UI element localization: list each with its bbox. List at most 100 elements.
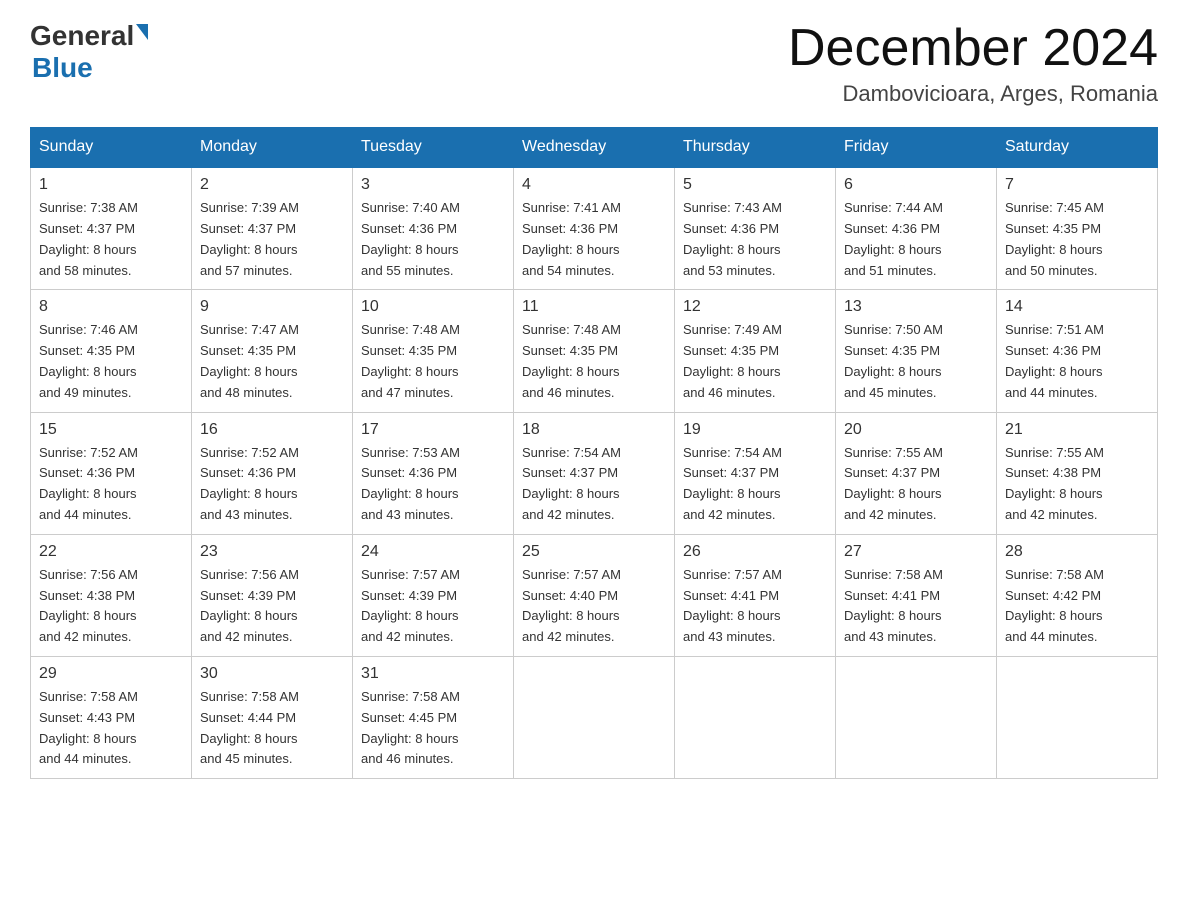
calendar-cell: 9 Sunrise: 7:47 AMSunset: 4:35 PMDaylight… bbox=[192, 290, 353, 412]
day-info: Sunrise: 7:53 AMSunset: 4:36 PMDaylight:… bbox=[361, 443, 505, 526]
day-info: Sunrise: 7:57 AMSunset: 4:39 PMDaylight:… bbox=[361, 565, 505, 648]
day-number: 21 bbox=[1005, 421, 1149, 439]
day-number: 9 bbox=[200, 298, 344, 316]
header-monday: Monday bbox=[192, 128, 353, 168]
day-number: 3 bbox=[361, 176, 505, 194]
day-number: 26 bbox=[683, 543, 827, 561]
day-info: Sunrise: 7:55 AMSunset: 4:38 PMDaylight:… bbox=[1005, 443, 1149, 526]
calendar-cell: 3 Sunrise: 7:40 AMSunset: 4:36 PMDaylight… bbox=[353, 167, 514, 290]
page-header: General Blue December 2024 Dambovicioara… bbox=[30, 20, 1158, 107]
logo-triangle-icon bbox=[136, 24, 148, 40]
day-number: 28 bbox=[1005, 543, 1149, 561]
day-info: Sunrise: 7:51 AMSunset: 4:36 PMDaylight:… bbox=[1005, 320, 1149, 403]
day-info: Sunrise: 7:44 AMSunset: 4:36 PMDaylight:… bbox=[844, 198, 988, 281]
header-friday: Friday bbox=[836, 128, 997, 168]
calendar-cell: 19 Sunrise: 7:54 AMSunset: 4:37 PMDayligh… bbox=[675, 412, 836, 534]
day-number: 23 bbox=[200, 543, 344, 561]
day-info: Sunrise: 7:54 AMSunset: 4:37 PMDaylight:… bbox=[683, 443, 827, 526]
day-number: 12 bbox=[683, 298, 827, 316]
day-info: Sunrise: 7:41 AMSunset: 4:36 PMDaylight:… bbox=[522, 198, 666, 281]
calendar-cell: 24 Sunrise: 7:57 AMSunset: 4:39 PMDayligh… bbox=[353, 534, 514, 656]
calendar-cell: 5 Sunrise: 7:43 AMSunset: 4:36 PMDaylight… bbox=[675, 167, 836, 290]
week-row-3: 15 Sunrise: 7:52 AMSunset: 4:36 PMDayligh… bbox=[31, 412, 1158, 534]
calendar-cell: 18 Sunrise: 7:54 AMSunset: 4:37 PMDayligh… bbox=[514, 412, 675, 534]
day-number: 11 bbox=[522, 298, 666, 316]
location-title: Dambovicioara, Arges, Romania bbox=[788, 81, 1158, 107]
day-number: 30 bbox=[200, 665, 344, 683]
day-info: Sunrise: 7:57 AMSunset: 4:41 PMDaylight:… bbox=[683, 565, 827, 648]
calendar-cell: 17 Sunrise: 7:53 AMSunset: 4:36 PMDayligh… bbox=[353, 412, 514, 534]
day-info: Sunrise: 7:38 AMSunset: 4:37 PMDaylight:… bbox=[39, 198, 183, 281]
day-number: 24 bbox=[361, 543, 505, 561]
day-info: Sunrise: 7:47 AMSunset: 4:35 PMDaylight:… bbox=[200, 320, 344, 403]
day-info: Sunrise: 7:43 AMSunset: 4:36 PMDaylight:… bbox=[683, 198, 827, 281]
day-info: Sunrise: 7:52 AMSunset: 4:36 PMDaylight:… bbox=[200, 443, 344, 526]
header-saturday: Saturday bbox=[997, 128, 1158, 168]
day-number: 31 bbox=[361, 665, 505, 683]
calendar-cell: 28 Sunrise: 7:58 AMSunset: 4:42 PMDayligh… bbox=[997, 534, 1158, 656]
day-info: Sunrise: 7:58 AMSunset: 4:41 PMDaylight:… bbox=[844, 565, 988, 648]
title-section: December 2024 Dambovicioara, Arges, Roma… bbox=[788, 20, 1158, 107]
day-info: Sunrise: 7:40 AMSunset: 4:36 PMDaylight:… bbox=[361, 198, 505, 281]
day-info: Sunrise: 7:58 AMSunset: 4:42 PMDaylight:… bbox=[1005, 565, 1149, 648]
month-title: December 2024 bbox=[788, 20, 1158, 77]
calendar-cell: 30 Sunrise: 7:58 AMSunset: 4:44 PMDayligh… bbox=[192, 656, 353, 778]
day-info: Sunrise: 7:56 AMSunset: 4:38 PMDaylight:… bbox=[39, 565, 183, 648]
week-row-5: 29 Sunrise: 7:58 AMSunset: 4:43 PMDayligh… bbox=[31, 656, 1158, 778]
calendar-cell bbox=[836, 656, 997, 778]
calendar-cell: 29 Sunrise: 7:58 AMSunset: 4:43 PMDayligh… bbox=[31, 656, 192, 778]
calendar-cell bbox=[997, 656, 1158, 778]
day-info: Sunrise: 7:55 AMSunset: 4:37 PMDaylight:… bbox=[844, 443, 988, 526]
header-wednesday: Wednesday bbox=[514, 128, 675, 168]
day-info: Sunrise: 7:48 AMSunset: 4:35 PMDaylight:… bbox=[361, 320, 505, 403]
day-info: Sunrise: 7:57 AMSunset: 4:40 PMDaylight:… bbox=[522, 565, 666, 648]
day-number: 15 bbox=[39, 421, 183, 439]
week-row-1: 1 Sunrise: 7:38 AMSunset: 4:37 PMDaylight… bbox=[31, 167, 1158, 290]
day-number: 17 bbox=[361, 421, 505, 439]
header-tuesday: Tuesday bbox=[353, 128, 514, 168]
calendar-cell: 4Sunrise: 7:41 AMSunset: 4:36 PMDaylight… bbox=[514, 167, 675, 290]
day-number: 5 bbox=[683, 176, 827, 194]
day-info: Sunrise: 7:58 AMSunset: 4:44 PMDaylight:… bbox=[200, 687, 344, 770]
calendar-cell: 15 Sunrise: 7:52 AMSunset: 4:36 PMDayligh… bbox=[31, 412, 192, 534]
day-info: Sunrise: 7:56 AMSunset: 4:39 PMDaylight:… bbox=[200, 565, 344, 648]
logo: General Blue bbox=[30, 20, 148, 84]
calendar-cell: 13Sunrise: 7:50 AMSunset: 4:35 PMDayligh… bbox=[836, 290, 997, 412]
logo-blue-text: Blue bbox=[32, 52, 93, 83]
day-number: 1 bbox=[39, 176, 183, 194]
day-number: 6 bbox=[844, 176, 988, 194]
day-info: Sunrise: 7:52 AMSunset: 4:36 PMDaylight:… bbox=[39, 443, 183, 526]
header-sunday: Sunday bbox=[31, 128, 192, 168]
logo-general-text: General bbox=[30, 20, 134, 52]
week-row-4: 22 Sunrise: 7:56 AMSunset: 4:38 PMDayligh… bbox=[31, 534, 1158, 656]
calendar-cell: 8 Sunrise: 7:46 AMSunset: 4:35 PMDaylight… bbox=[31, 290, 192, 412]
day-number: 25 bbox=[522, 543, 666, 561]
day-number: 22 bbox=[39, 543, 183, 561]
day-info: Sunrise: 7:39 AMSunset: 4:37 PMDaylight:… bbox=[200, 198, 344, 281]
calendar-cell bbox=[675, 656, 836, 778]
day-number: 29 bbox=[39, 665, 183, 683]
calendar-cell bbox=[514, 656, 675, 778]
calendar-cell: 10 Sunrise: 7:48 AMSunset: 4:35 PMDayligh… bbox=[353, 290, 514, 412]
day-number: 8 bbox=[39, 298, 183, 316]
day-number: 27 bbox=[844, 543, 988, 561]
day-number: 2 bbox=[200, 176, 344, 194]
calendar-cell: 16Sunrise: 7:52 AMSunset: 4:36 PMDayligh… bbox=[192, 412, 353, 534]
calendar-cell: 25 Sunrise: 7:57 AMSunset: 4:40 PMDayligh… bbox=[514, 534, 675, 656]
week-row-2: 8 Sunrise: 7:46 AMSunset: 4:35 PMDaylight… bbox=[31, 290, 1158, 412]
calendar-cell: 20Sunrise: 7:55 AMSunset: 4:37 PMDayligh… bbox=[836, 412, 997, 534]
calendar-cell: 31Sunrise: 7:58 AMSunset: 4:45 PMDayligh… bbox=[353, 656, 514, 778]
calendar-cell: 1 Sunrise: 7:38 AMSunset: 4:37 PMDaylight… bbox=[31, 167, 192, 290]
day-info: Sunrise: 7:45 AMSunset: 4:35 PMDaylight:… bbox=[1005, 198, 1149, 281]
day-number: 10 bbox=[361, 298, 505, 316]
day-info: Sunrise: 7:48 AMSunset: 4:35 PMDaylight:… bbox=[522, 320, 666, 403]
calendar-cell: 21 Sunrise: 7:55 AMSunset: 4:38 PMDayligh… bbox=[997, 412, 1158, 534]
day-info: Sunrise: 7:54 AMSunset: 4:37 PMDaylight:… bbox=[522, 443, 666, 526]
day-number: 18 bbox=[522, 421, 666, 439]
day-info: Sunrise: 7:46 AMSunset: 4:35 PMDaylight:… bbox=[39, 320, 183, 403]
day-number: 7 bbox=[1005, 176, 1149, 194]
day-number: 19 bbox=[683, 421, 827, 439]
calendar-cell: 22 Sunrise: 7:56 AMSunset: 4:38 PMDayligh… bbox=[31, 534, 192, 656]
day-info: Sunrise: 7:58 AMSunset: 4:43 PMDaylight:… bbox=[39, 687, 183, 770]
calendar-cell: 6 Sunrise: 7:44 AMSunset: 4:36 PMDaylight… bbox=[836, 167, 997, 290]
